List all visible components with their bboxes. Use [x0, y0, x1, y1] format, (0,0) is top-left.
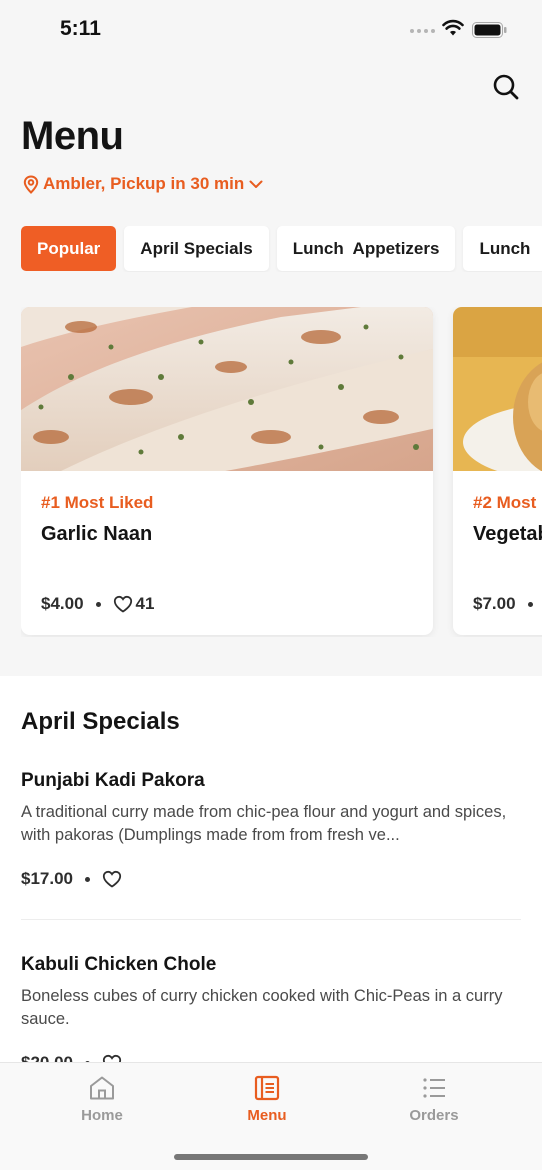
card-likes: 41 [135, 594, 155, 613]
specials-section: April Specials Punjabi Kadi Pakora A tra… [0, 676, 542, 1066]
chip-april-specials[interactable]: April Specials [124, 226, 269, 271]
card-meta: $7.00 [473, 594, 542, 614]
card-rank: #1 Most Liked [41, 493, 154, 512]
category-chips: Popular April Specials Lunch Appetizers Lun… [21, 226, 542, 272]
tab-home[interactable]: Home [42, 1075, 162, 1124]
tab-orders[interactable]: Orders [374, 1075, 494, 1124]
location-selector[interactable]: Ambler, Pickup in 30 min [23, 174, 264, 194]
card-name: Garlic Naan [41, 523, 153, 545]
card-rank: #2 Most Liked [473, 493, 542, 512]
search-icon[interactable] [490, 71, 522, 103]
chip-popular[interactable]: Popular [21, 226, 117, 271]
signal-icon [410, 29, 435, 33]
menu-book-icon [254, 1075, 280, 1101]
featured-carousel: #1 Most Liked Garlic Naan $4.00 41 #2 Mo… [21, 307, 542, 637]
divider [21, 919, 521, 920]
home-indicator [174, 1154, 368, 1160]
location-label: Ambler, Pickup in 30 min [43, 174, 245, 193]
page-title: Menu [21, 114, 124, 158]
card-price: $4.00 [41, 594, 84, 613]
tab-home-label: Home [81, 1107, 123, 1124]
item-meta: $17.00 [21, 869, 521, 889]
garlic-naan-image [21, 307, 433, 471]
status-bar: 5:11 [0, 0, 542, 60]
chevron-down-icon [249, 180, 263, 188]
tab-menu[interactable]: Menu [207, 1075, 327, 1124]
vegetable-dish-image [453, 307, 542, 471]
home-icon [90, 1076, 114, 1100]
map-pin-icon [23, 174, 39, 194]
item-description: A traditional curry made from chic-pea f… [21, 803, 507, 844]
item-name: Kabuli Chicken Chole [21, 954, 217, 975]
item-price: $17.00 [21, 869, 73, 888]
card-meta: $4.00 41 [41, 594, 154, 614]
card-price: $7.00 [473, 594, 516, 613]
featured-card[interactable]: #1 Most Liked Garlic Naan $4.00 41 [21, 307, 433, 635]
status-time: 5:11 [60, 17, 101, 40]
heart-icon[interactable] [113, 595, 133, 613]
item-name: Punjabi Kadi Pakora [21, 770, 205, 791]
item-description: Boneless cubes of curry chicken cooked w… [21, 987, 503, 1028]
list-icon [423, 1078, 445, 1098]
tab-orders-label: Orders [409, 1107, 459, 1124]
featured-card[interactable]: #2 Most Liked Vegetable $7.00 [453, 307, 542, 635]
section-title: April Specials [21, 708, 180, 735]
tab-bar: Home Menu Orders [0, 1062, 542, 1170]
chip-lunch-appetizers[interactable]: Lunch Appetizers [276, 226, 456, 271]
wifi-icon [442, 19, 464, 36]
menu-item[interactable]: Kabuli Chicken Chole Boneless cubes of c… [21, 954, 521, 1066]
tab-menu-label: Menu [247, 1107, 287, 1124]
heart-icon[interactable] [102, 870, 122, 888]
menu-item[interactable]: Punjabi Kadi Pakora A traditional curry … [21, 770, 521, 889]
card-name: Vegetable [473, 523, 542, 545]
chip-lunch[interactable]: Lunch [463, 226, 542, 271]
battery-icon [472, 22, 507, 38]
